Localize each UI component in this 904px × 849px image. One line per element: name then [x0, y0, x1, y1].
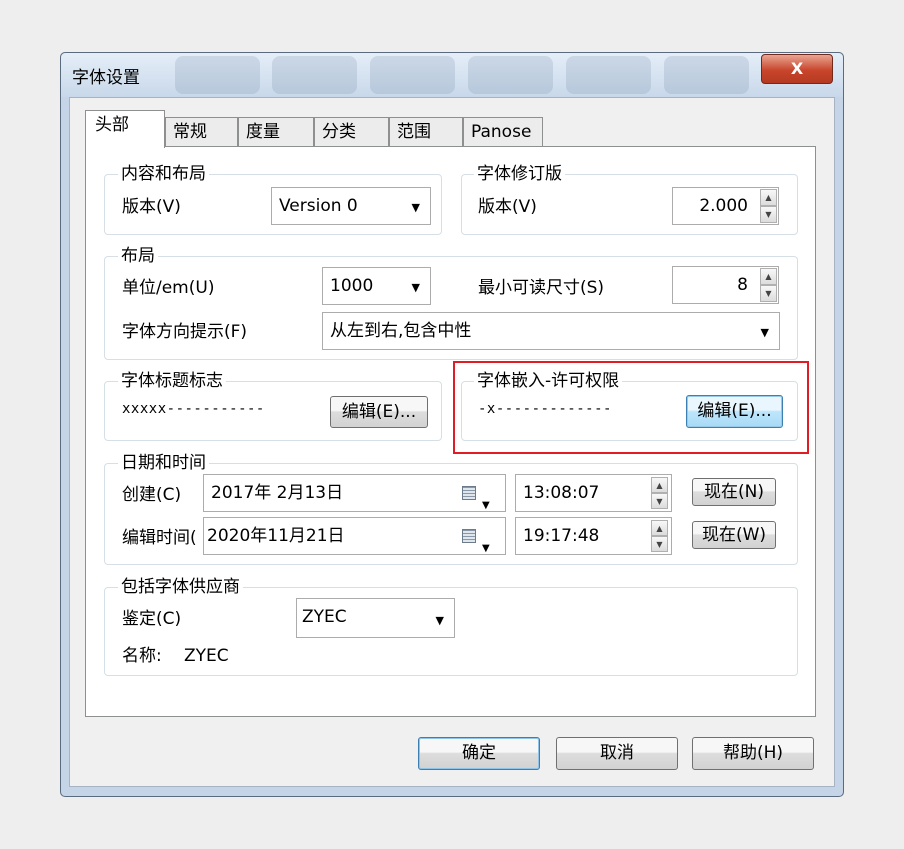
version-label: 版本(V) — [122, 197, 181, 217]
tab-general[interactable]: 常规 — [165, 117, 238, 147]
datetime-legend: 日期和时间 — [118, 453, 209, 473]
modified-time-spinner[interactable]: 19:17:48 ▲ ▼ — [515, 517, 672, 555]
spin-down-icon[interactable]: ▼ — [760, 285, 777, 302]
embedding-legend: 字体嵌入-许可权限 — [474, 371, 623, 391]
min-readable-size-label: 最小可读尺寸(S) — [478, 278, 605, 298]
close-button[interactable]: X — [761, 54, 833, 84]
titlebar-decoration — [468, 56, 553, 94]
titlebar-decoration — [272, 56, 357, 94]
spin-up-icon[interactable]: ▲ — [760, 189, 777, 206]
revision-spinner[interactable]: 2.000 ▲ ▼ — [672, 187, 779, 225]
now-w-button[interactable]: 现在(W) — [692, 521, 776, 549]
spin-up-icon[interactable]: ▲ — [651, 520, 668, 536]
edit-style-flags-button[interactable]: 编辑(E)... — [330, 396, 428, 428]
vendor-id-select[interactable]: ZYEC ▼ — [296, 598, 455, 638]
chevron-down-icon: ▼ — [411, 281, 420, 294]
tab-metrics[interactable]: 度量 — [238, 117, 314, 147]
titlebar-decoration — [370, 56, 455, 94]
revision-version-label: 版本(V) — [478, 197, 537, 217]
tab-classification[interactable]: 分类 — [314, 117, 389, 147]
help-button[interactable]: 帮助(H) — [692, 737, 814, 770]
vendor-name-value: ZYEC — [184, 646, 229, 666]
chevron-down-icon: ▼ — [482, 543, 490, 554]
created-date-picker[interactable]: 2017年 2月13日 ▼ — [203, 474, 506, 512]
created-time-spinner[interactable]: 13:08:07 ▲ ▼ — [515, 474, 672, 512]
version-select[interactable]: Version 0 ▼ — [271, 187, 431, 225]
window-title: 字体设置 — [72, 68, 140, 88]
font-revision-legend: 字体修订版 — [474, 164, 565, 184]
titlebar-decoration — [566, 56, 651, 94]
font-direction-label: 字体方向提示(F) — [122, 322, 248, 342]
modified-label: 编辑时间( — [122, 528, 197, 548]
units-per-em-select[interactable]: 1000 ▼ — [322, 267, 431, 305]
units-per-em-label: 单位/em(U) — [122, 278, 215, 298]
tab-panose[interactable]: Panose — [463, 117, 543, 147]
cancel-button[interactable]: 取消 — [556, 737, 678, 770]
modified-date-picker[interactable]: 2020年11月21日 ▼ — [203, 517, 506, 555]
titlebar-decoration — [664, 56, 749, 94]
min-readable-size-spinner[interactable]: 8 ▲ ▼ — [672, 266, 779, 304]
vendor-name-label: 名称: — [122, 646, 162, 666]
spin-down-icon[interactable]: ▼ — [760, 206, 777, 223]
spin-down-icon[interactable]: ▼ — [651, 536, 668, 552]
tab-header[interactable]: 头部 — [85, 110, 165, 148]
close-icon: X — [790, 59, 804, 78]
style-flags-legend: 字体标题标志 — [118, 371, 226, 391]
calendar-icon — [462, 486, 476, 500]
chevron-down-icon: ▼ — [760, 326, 769, 339]
spin-down-icon[interactable]: ▼ — [651, 493, 668, 509]
style-flags-value: xxxxx----------- — [122, 401, 265, 417]
titlebar-decoration — [175, 56, 260, 94]
created-label: 创建(C) — [122, 485, 182, 505]
ok-button[interactable]: 确定 — [418, 737, 540, 770]
font-direction-select[interactable]: 从左到右,包含中性 ▼ — [322, 312, 780, 350]
vendor-legend: 包括字体供应商 — [118, 577, 243, 597]
chevron-down-icon: ▼ — [411, 201, 420, 214]
spin-up-icon[interactable]: ▲ — [760, 268, 777, 285]
calendar-icon — [462, 529, 476, 543]
layout-legend: 布局 — [118, 246, 158, 266]
vendor-id-label: 鉴定(C) — [122, 609, 182, 629]
content-layout-legend: 内容和布局 — [118, 164, 209, 184]
tab-ranges[interactable]: 范围 — [389, 117, 463, 147]
spin-up-icon[interactable]: ▲ — [651, 477, 668, 493]
now-n-button[interactable]: 现在(N) — [692, 478, 776, 506]
chevron-down-icon: ▼ — [435, 614, 444, 627]
